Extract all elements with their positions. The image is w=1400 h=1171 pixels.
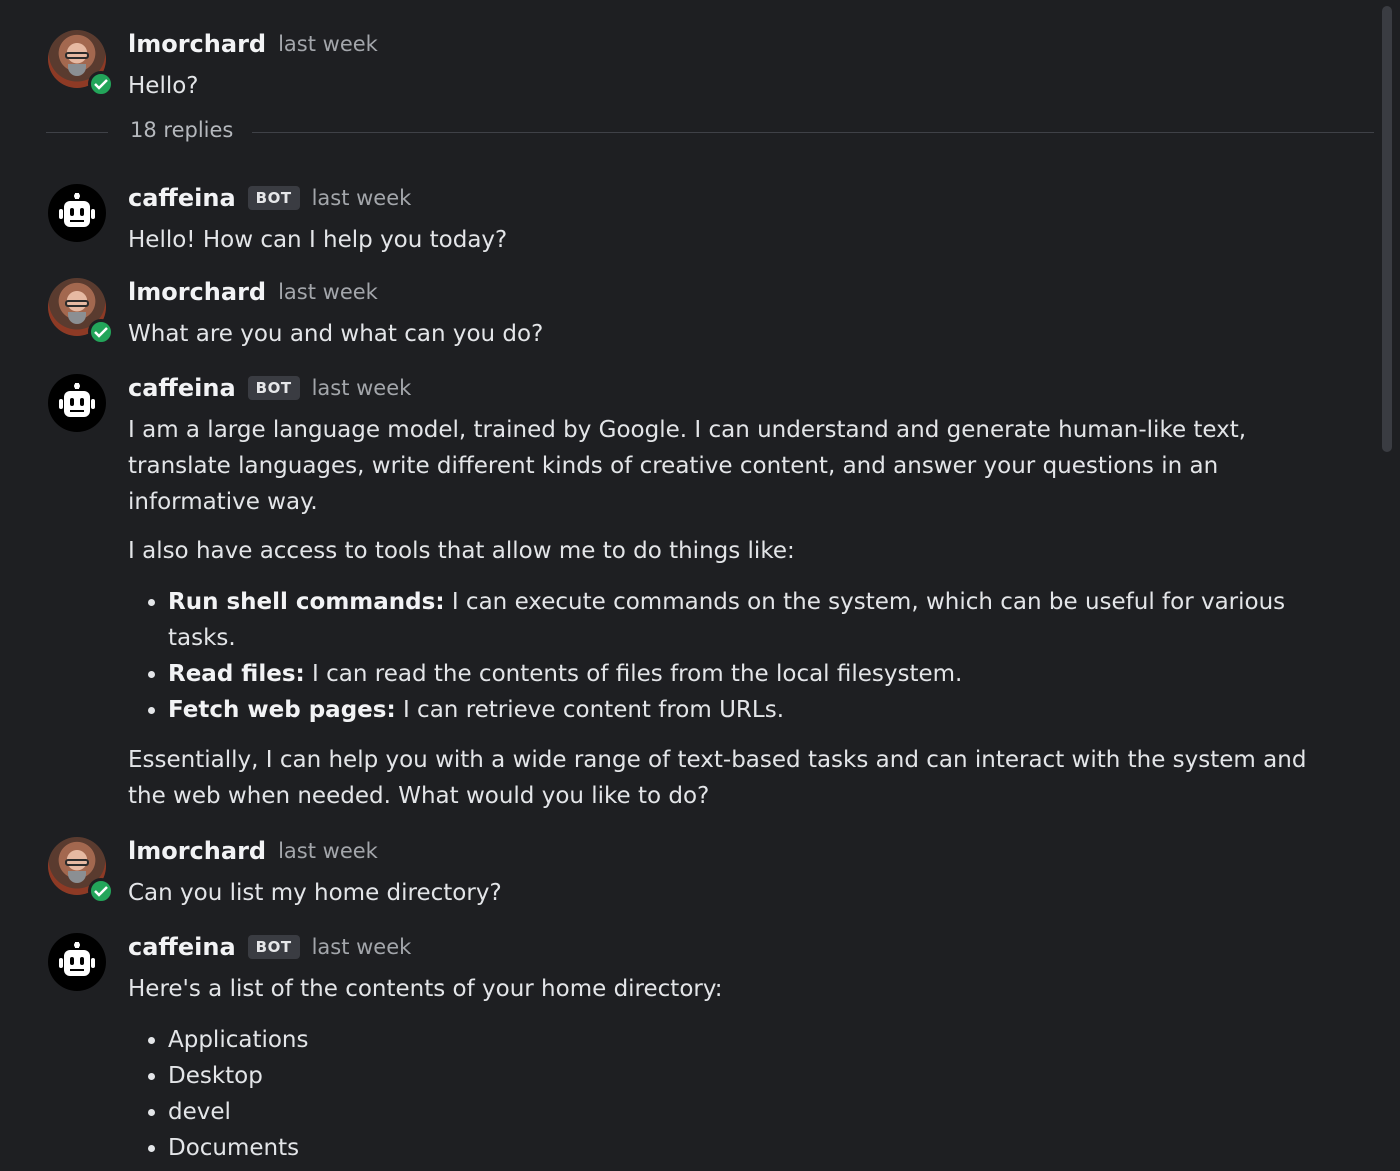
list-item: Read files: I can read the contents of f… (168, 656, 1338, 692)
glasses-detail (65, 300, 89, 307)
message-header: lmorchard last week (128, 837, 378, 869)
list-item-bold: Fetch web pages: (168, 697, 396, 723)
avatar-lmorchard[interactable] (48, 837, 114, 904)
verified-check-icon (88, 71, 114, 97)
divider-line (46, 132, 108, 133)
message-body: Here's a list of the contents of your ho… (128, 971, 1338, 1166)
list-item-text: I can retrieve content from URLs. (395, 697, 785, 723)
avatar-caffeina[interactable] (48, 933, 106, 991)
list-item-bold: Run shell commands: (168, 589, 445, 615)
message-header: lmorchard last week (128, 30, 378, 62)
message-text: What are you and what can you do? (128, 321, 544, 347)
author-name[interactable]: lmorchard (128, 30, 266, 58)
verified-check-icon (88, 878, 114, 904)
message-text: Hello! How can I help you today? (128, 227, 508, 253)
author-name[interactable]: caffeina (128, 184, 236, 212)
message-text: Can you list my home directory? (128, 880, 502, 906)
timestamp[interactable]: last week (312, 186, 412, 210)
author-name[interactable]: caffeina (128, 933, 236, 961)
thread-view: lmorchard last week Hello? 18 replies ca… (0, 0, 1378, 1171)
message-body: Hello? (128, 68, 1338, 104)
timestamp[interactable]: last week (278, 32, 378, 56)
message-paragraph: Here's a list of the contents of your ho… (128, 976, 723, 1002)
message-text: Hello? (128, 73, 199, 99)
message-item: caffeina BOT last week Hello! How can I he… (48, 184, 1338, 264)
message-root: lmorchard last week Hello? (48, 30, 1338, 110)
author-name[interactable]: caffeina (128, 374, 236, 402)
verified-check-icon (88, 319, 114, 345)
timestamp[interactable]: last week (278, 839, 378, 863)
list-item: Documents (168, 1130, 1338, 1166)
message-item: lmorchard last week What are you and what… (48, 278, 1338, 358)
bot-badge: BOT (247, 935, 300, 959)
avatar-caffeina[interactable] (48, 374, 106, 432)
list-item: Run shell commands: I can execute comman… (168, 584, 1338, 656)
robot-icon (59, 383, 95, 417)
beard-detail (68, 64, 86, 76)
message-body: I am a large language model, trained by … (128, 412, 1338, 814)
message-item: lmorchard last week Can you list my home … (48, 837, 1338, 917)
replies-count[interactable]: 18 replies (130, 118, 233, 142)
message-body: Hello! How can I help you today? (128, 222, 1338, 258)
list-item: Desktop (168, 1058, 1338, 1094)
message-body: Can you list my home directory? (128, 875, 1338, 911)
directory-list: Applications Desktop devel Documents (128, 1022, 1338, 1166)
beard-detail (68, 871, 86, 883)
list-item-bold: Read files: (168, 661, 305, 687)
timestamp[interactable]: last week (312, 376, 412, 400)
message-item: caffeina BOT last week Here's a list of th… (48, 933, 1338, 1171)
author-name[interactable]: lmorchard (128, 837, 266, 865)
message-paragraph: I am a large language model, trained by … (128, 417, 1247, 515)
bot-badge: BOT (247, 186, 300, 210)
robot-icon (59, 193, 95, 227)
message-header: lmorchard last week (128, 278, 378, 310)
divider-line (252, 132, 1374, 133)
message-header: caffeina BOT last week (128, 933, 411, 965)
glasses-detail (65, 52, 89, 59)
timestamp[interactable]: last week (278, 280, 378, 304)
message-header: caffeina BOT last week (128, 374, 411, 406)
list-item-text: I can read the contents of files from th… (304, 661, 963, 687)
message-header: caffeina BOT last week (128, 184, 411, 216)
bot-badge: BOT (247, 376, 300, 400)
list-item: Fetch web pages: I can retrieve content … (168, 692, 1338, 728)
avatar-caffeina[interactable] (48, 184, 106, 242)
list-item: Applications (168, 1022, 1338, 1058)
timestamp[interactable]: last week (312, 935, 412, 959)
message-item: caffeina BOT last week I am a large langua… (48, 374, 1338, 824)
avatar-lmorchard[interactable] (48, 30, 114, 97)
author-name[interactable]: lmorchard (128, 278, 266, 306)
scrollbar-thumb[interactable] (1382, 6, 1392, 452)
message-paragraph: Essentially, I can help you with a wide … (128, 747, 1307, 809)
message-paragraph: I also have access to tools that allow m… (128, 538, 795, 564)
glasses-detail (65, 859, 89, 866)
robot-icon (59, 942, 95, 976)
list-item: devel (168, 1094, 1338, 1130)
message-body: What are you and what can you do? (128, 316, 1338, 352)
avatar-lmorchard[interactable] (48, 278, 114, 345)
beard-detail (68, 312, 86, 324)
capability-list: Run shell commands: I can execute comman… (128, 584, 1338, 728)
replies-divider: 18 replies (46, 118, 1374, 148)
